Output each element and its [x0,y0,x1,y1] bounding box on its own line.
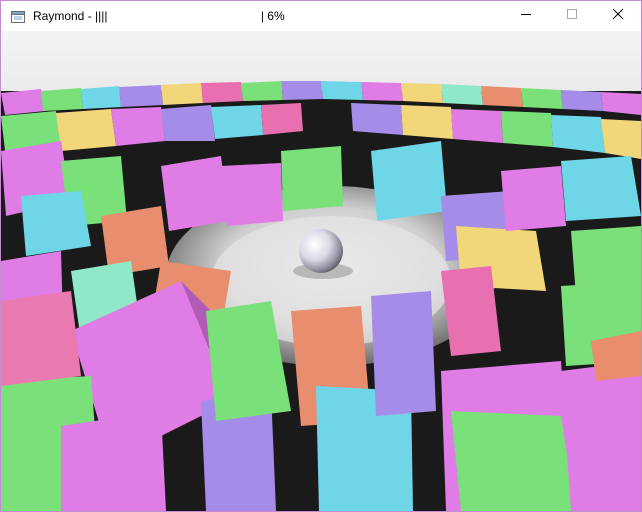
maximize-button[interactable] [549,1,595,31]
minimize-button[interactable] [503,1,549,31]
mirror-sphere [299,229,343,273]
minimize-icon [520,7,532,25]
app-window: Raymond - |||| | 6% [0,0,642,512]
app-window-icon [11,10,25,23]
maximize-icon [566,7,578,25]
close-icon [612,7,624,25]
close-button[interactable] [595,1,641,31]
rendered-scene [1,31,641,511]
render-viewport[interactable] [1,31,641,511]
window-title: Raymond - |||| | 6% [33,9,285,23]
title-bar[interactable]: Raymond - |||| | 6% [1,1,641,31]
